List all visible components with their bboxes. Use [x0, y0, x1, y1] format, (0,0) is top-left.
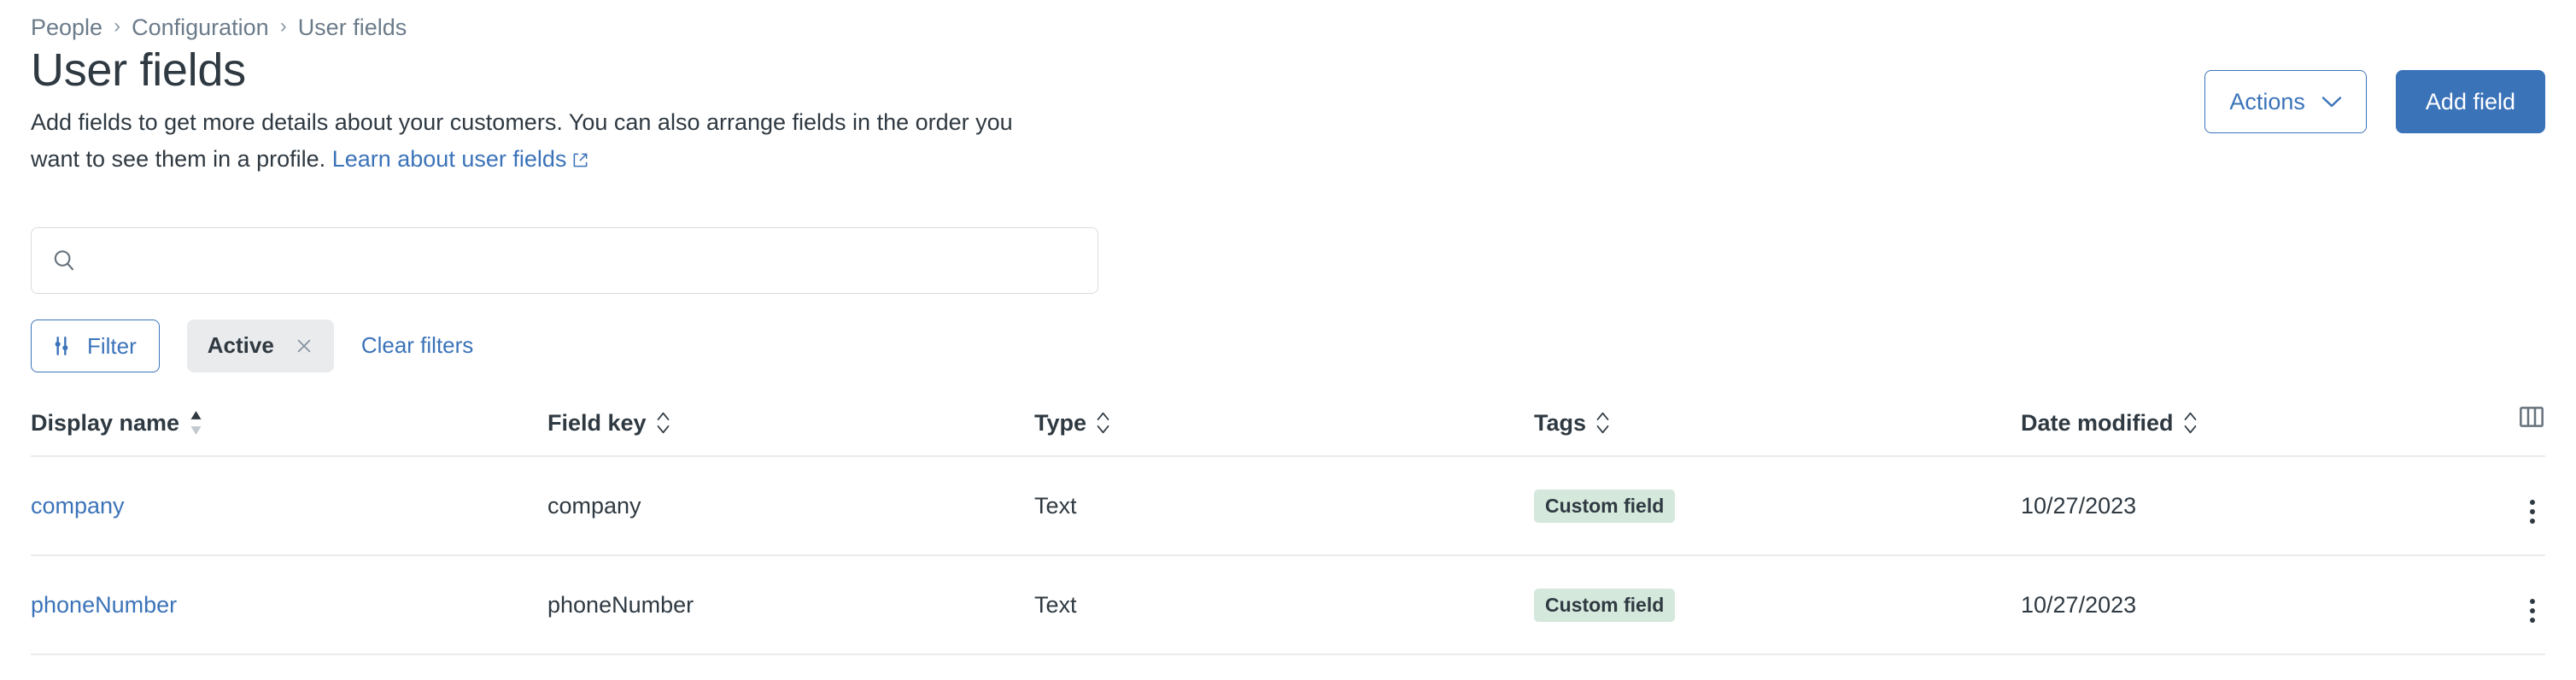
- filter-button[interactable]: Filter: [31, 319, 160, 372]
- more-vertical-icon[interactable]: [2520, 495, 2545, 529]
- page-header-actions: Actions Add field: [2204, 44, 2545, 133]
- field-display-name-link[interactable]: phoneNumber: [31, 592, 177, 618]
- sort-ascending-icon: [189, 410, 203, 436]
- close-icon[interactable]: [295, 337, 313, 355]
- sort-icon: [2183, 410, 2198, 436]
- search-input[interactable]: [31, 226, 1098, 294]
- learn-link-label: Learn about user fields: [331, 146, 567, 173]
- page-description: Add fields to get more details about you…: [31, 104, 1013, 179]
- cell-tags: Custom field: [1534, 554, 2021, 655]
- column-header-label: Display name: [31, 409, 180, 436]
- page-header: User fields Add fields to get more detai…: [31, 44, 2545, 179]
- cell-row-menu: [2486, 554, 2545, 655]
- column-header-label: Tags: [1534, 409, 1587, 436]
- learn-about-user-fields-link[interactable]: Learn about user fields: [332, 146, 589, 172]
- sort-icon: [1595, 410, 1610, 436]
- cell-type: Text: [1034, 554, 1534, 655]
- clear-filters-link[interactable]: Clear filters: [361, 332, 473, 359]
- filter-bar: Filter Active Clear filters: [31, 319, 2545, 372]
- cell-display-name: company: [31, 455, 547, 556]
- field-display-name-link[interactable]: company: [31, 493, 125, 519]
- sort-icon: [656, 410, 670, 436]
- column-header-field-key[interactable]: Field key: [547, 402, 1034, 457]
- cell-row-menu: [2486, 455, 2545, 556]
- cell-date-modified: 10/27/2023: [2021, 455, 2486, 556]
- add-field-button[interactable]: Add field: [2395, 70, 2545, 133]
- filter-button-label: Filter: [87, 332, 137, 359]
- breadcrumb: People › Configuration › User fields: [31, 0, 2545, 39]
- column-header-type[interactable]: Type: [1034, 402, 1534, 457]
- column-header-label: Field key: [547, 409, 647, 436]
- status-badge: Custom field: [1534, 589, 1676, 623]
- external-link-icon: [572, 143, 588, 179]
- actions-button-label: Actions: [2229, 88, 2305, 114]
- columns-layout-icon[interactable]: [2518, 403, 2545, 431]
- table-header-row: Display name Field key Type Tags Date mo…: [31, 402, 2545, 457]
- column-header-label: Type: [1034, 409, 1087, 436]
- breadcrumb-separator: ›: [114, 15, 121, 38]
- cell-display-name: phoneNumber: [31, 554, 547, 655]
- table-header: Display name Field key Type Tags Date mo…: [31, 402, 2545, 457]
- filter-chip-label: Active: [207, 332, 274, 359]
- column-header-date-modified[interactable]: Date modified: [2021, 402, 2486, 457]
- table-body: company company Text Custom field 10/27/…: [31, 455, 2545, 655]
- column-settings-header[interactable]: [2486, 402, 2545, 457]
- page-header-text: User fields Add fields to get more detai…: [31, 44, 1013, 179]
- column-header-display-name[interactable]: Display name: [31, 402, 547, 457]
- user-fields-table: Display name Field key Type Tags Date mo…: [31, 402, 2545, 655]
- breadcrumb-item-user-fields[interactable]: User fields: [298, 15, 407, 39]
- column-header-tags[interactable]: Tags: [1534, 402, 2021, 457]
- status-badge: Custom field: [1534, 489, 1676, 524]
- table-row[interactable]: phoneNumber phoneNumber Text Custom fiel…: [31, 554, 2545, 655]
- cell-field-key: phoneNumber: [547, 554, 1034, 655]
- breadcrumb-item-people[interactable]: People: [31, 15, 102, 39]
- cell-date-modified: 10/27/2023: [2021, 554, 2486, 655]
- more-vertical-icon[interactable]: [2520, 594, 2545, 628]
- sort-icon: [1096, 410, 1110, 436]
- table-row[interactable]: company company Text Custom field 10/27/…: [31, 455, 2545, 556]
- chevron-down-icon: [2321, 96, 2342, 108]
- add-field-button-label: Add field: [2425, 88, 2515, 114]
- column-header-label: Date modified: [2021, 409, 2174, 436]
- breadcrumb-item-configuration[interactable]: Configuration: [132, 15, 269, 39]
- cell-type: Text: [1034, 455, 1534, 556]
- filter-chip-active[interactable]: Active: [186, 319, 334, 372]
- sliders-icon: [50, 335, 73, 357]
- user-fields-page: People › Configuration › User fields Use…: [0, 0, 2576, 680]
- cell-field-key: company: [547, 455, 1034, 556]
- breadcrumb-separator: ›: [279, 15, 287, 38]
- search-box: [31, 226, 1098, 294]
- cell-tags: Custom field: [1534, 455, 2021, 556]
- actions-button[interactable]: Actions: [2204, 70, 2367, 133]
- page-title: User fields: [31, 44, 246, 96]
